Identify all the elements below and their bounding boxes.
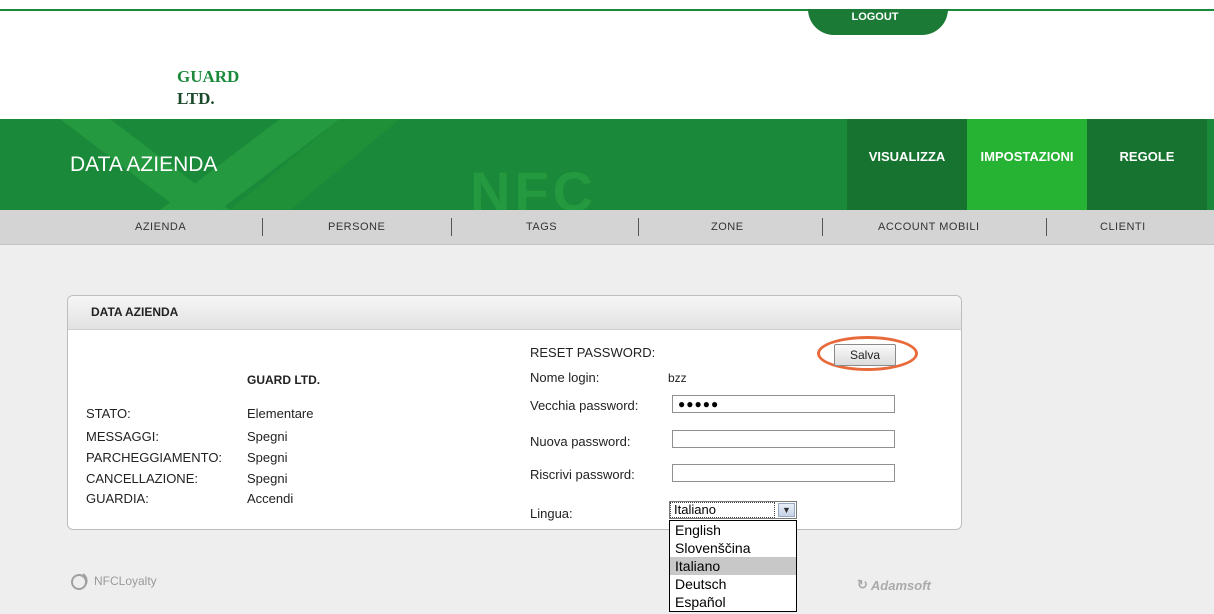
repeat-password-field[interactable] (672, 464, 895, 482)
adamsoft-logo: ↻ Adamsoft (857, 577, 931, 593)
info-value-cancellazione: Spegni (247, 471, 288, 486)
repeat-password-label: Riscrivi password: (530, 467, 635, 482)
panel-title: DATA AZIENDA (91, 305, 179, 319)
adamsoft-mark-icon: ↻ (857, 577, 868, 592)
login-value: bzz (668, 371, 687, 385)
brand-line-1: GUARD (177, 67, 240, 86)
language-option-deutsch[interactable]: Deutsch (670, 575, 796, 593)
submenu-separator (638, 218, 639, 236)
language-selected-value: Italiano (670, 502, 775, 518)
info-value-parcheggiamento: Spegni (247, 450, 288, 465)
language-select[interactable]: Italiano ▼ (669, 501, 797, 519)
panel-header: DATA AZIENDA (68, 296, 961, 330)
save-button[interactable]: Salva (834, 344, 896, 366)
language-option-english[interactable]: English (670, 521, 796, 539)
old-password-label: Vecchia password: (530, 398, 639, 413)
brand-line-2: LTD. (177, 89, 215, 108)
nav-label: IMPOSTAZIONI (980, 149, 1074, 164)
old-password-mask: ●●●●● (678, 397, 720, 411)
company-logo: GUARD LTD. (177, 66, 239, 110)
header-watermark-text: NFC (470, 160, 598, 210)
submenu-tags[interactable]: TAGS (526, 210, 557, 244)
nav-visualizza[interactable]: VISUALIZZA (847, 119, 967, 210)
top-divider (0, 9, 1214, 11)
nfcloyalty-text: NFCLoyalty (94, 574, 157, 588)
info-value-guardia: Accendi (247, 491, 294, 506)
nav-regole[interactable]: REGOLE (1087, 119, 1207, 210)
adamsoft-text: Adamsoft (870, 577, 931, 593)
nav-label: REGOLE (1119, 149, 1175, 164)
info-label-guardia: GUARDIA: (86, 491, 149, 506)
submenu-account-mobili[interactable]: ACCOUNT MOBILI (878, 210, 980, 244)
language-dropdown: English Slovenščina Italiano Deutsch Esp… (669, 520, 797, 612)
language-option-espanol[interactable]: Español (670, 593, 796, 611)
submenu-clienti[interactable]: CLIENTI (1100, 210, 1146, 244)
submenu-azienda[interactable]: AZIENDA (135, 210, 186, 244)
submenu-separator (451, 218, 452, 236)
submenu-separator (262, 218, 263, 236)
info-value-messaggi: Spegni (247, 429, 288, 444)
language-option-slovenscina[interactable]: Slovenščina (670, 539, 796, 557)
nav-impostazioni[interactable]: IMPOSTAZIONI (967, 119, 1087, 210)
header: NFC DATA AZIENDA VISUALIZZA IMPOSTAZIONI… (0, 119, 1214, 210)
submenu-zone[interactable]: ZONE (711, 210, 744, 244)
info-label-messaggi: MESSAGGI: (86, 429, 159, 444)
info-label-parcheggiamento: PARCHEGGIAMENTO: (86, 450, 223, 465)
info-label-cancellazione: CANCELLAZIONE: (86, 471, 198, 486)
info-value-stato: Elementare (247, 406, 314, 421)
logout-label: LOGOUT (851, 11, 899, 23)
nav-label: VISUALIZZA (868, 149, 946, 164)
sub-menu: AZIENDA PERSONE TAGS ZONE ACCOUNT MOBILI… (0, 210, 1214, 245)
language-label: Lingua: (530, 506, 573, 521)
submenu-persone[interactable]: PERSONE (328, 210, 385, 244)
new-password-field[interactable] (672, 430, 895, 448)
submenu-separator (822, 218, 823, 236)
company-name: GUARD LTD. (247, 373, 321, 387)
info-label-stato: STATO: (86, 406, 131, 421)
nfc-signal-icon (71, 573, 88, 590)
page-title: DATA AZIENDA (70, 153, 218, 176)
nfcloyalty-logo: NFCLoyalty (70, 572, 157, 590)
language-option-italiano[interactable]: Italiano (670, 557, 796, 575)
login-label: Nome login: (530, 370, 600, 385)
old-password-field[interactable]: ●●●●● (672, 395, 895, 413)
reset-password-title: RESET PASSWORD: (530, 345, 656, 360)
new-password-label: Nuova password: (530, 434, 631, 449)
logout-button[interactable]: LOGOUT (808, 9, 948, 35)
chevron-down-icon[interactable]: ▼ (778, 503, 795, 517)
submenu-separator (1046, 218, 1047, 236)
